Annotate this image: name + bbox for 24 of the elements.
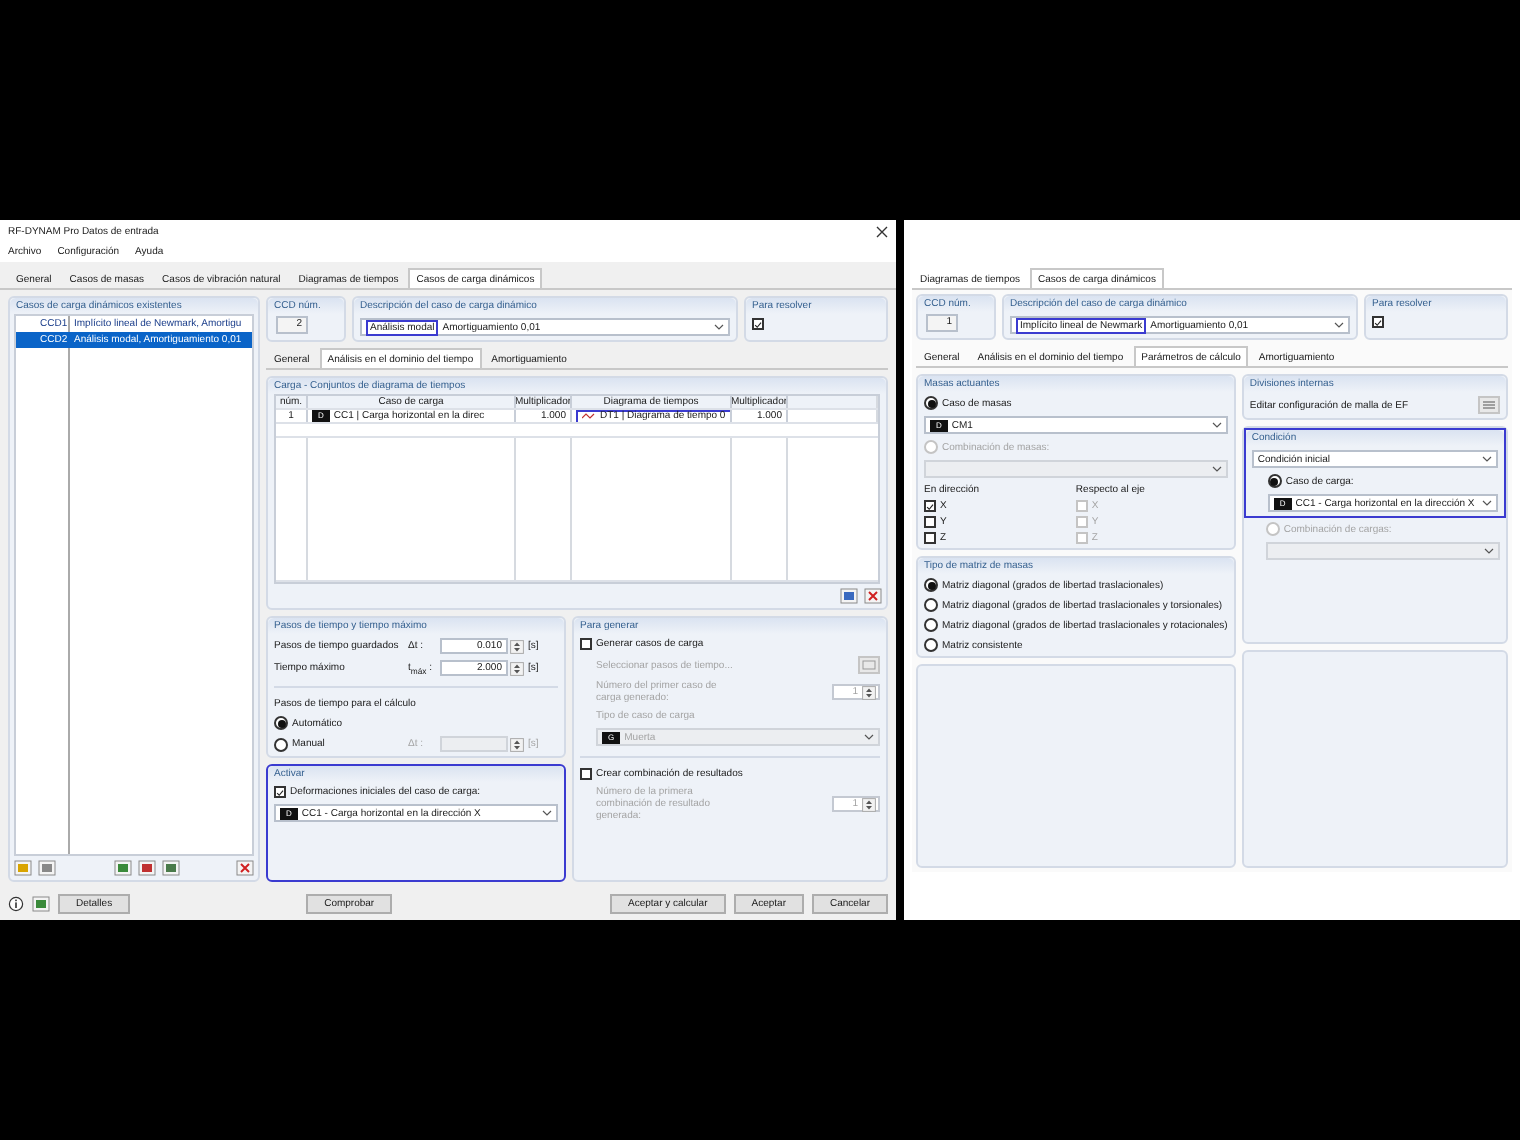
caret-icon — [1482, 500, 1492, 506]
spinner-icon[interactable] — [862, 797, 876, 812]
caret-icon — [1482, 456, 1492, 462]
checkmark-icon — [1374, 317, 1382, 327]
spinner-icon[interactable] — [862, 685, 876, 700]
caret-icon — [1211, 422, 1222, 428]
delete-icon[interactable] — [864, 588, 882, 605]
caret-icon — [714, 324, 724, 330]
caret-icon — [542, 810, 552, 817]
caret-icon — [864, 734, 874, 741]
checkmark-icon — [926, 501, 934, 511]
checkmark-icon — [754, 319, 762, 329]
info-icon[interactable] — [8, 896, 24, 912]
caret-icon — [1211, 466, 1222, 472]
number-field[interactable] — [440, 736, 508, 753]
checkmark-icon — [276, 787, 284, 798]
spinner-icon[interactable] — [510, 737, 524, 752]
diagram-icon — [582, 412, 596, 420]
caret-icon — [1484, 548, 1494, 554]
caret-icon — [1334, 322, 1344, 328]
spinner-icon[interactable] — [510, 639, 524, 654]
close-icon[interactable] — [876, 225, 888, 237]
delete-icon[interactable] — [236, 860, 254, 876]
spinner-icon[interactable] — [510, 661, 524, 676]
